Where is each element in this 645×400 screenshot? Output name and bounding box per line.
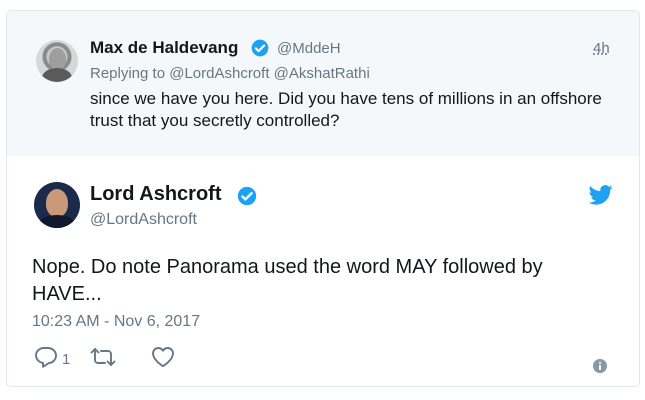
main-author-handle[interactable]: @LordAshcroft: [90, 211, 197, 229]
replying-to-mention[interactable]: @LordAshcroft: [169, 65, 269, 82]
reply-icon: [34, 346, 58, 373]
replying-to-mention[interactable]: @AkshatRathi: [274, 65, 370, 82]
parent-tweet-time[interactable]: 4h: [593, 40, 610, 57]
parent-avatar-body: [42, 68, 72, 82]
verified-badge-icon: [250, 38, 270, 63]
parent-avatar[interactable]: [36, 40, 78, 82]
parent-tweet-text: since we have you here. Did you have ten…: [90, 89, 602, 130]
reply-count: 1: [62, 351, 71, 368]
parent-avatar-face: [49, 48, 66, 70]
replying-to-line: Replying to @LordAshcroft @AkshatRathi: [90, 65, 370, 82]
info-icon[interactable]: [593, 359, 607, 378]
main-author-name[interactable]: Lord Ashcroft: [90, 183, 221, 206]
retweet-icon: [90, 346, 116, 373]
main-avatar-body: [38, 215, 76, 228]
parent-tweet[interactable]: Max de Haldevang @MddeH 4h Replying to @…: [7, 11, 639, 156]
replying-to-label: Replying to: [90, 65, 166, 82]
heart-icon: [151, 346, 175, 373]
reply-button[interactable]: 1: [34, 346, 70, 373]
parent-author-handle[interactable]: @MddeH: [277, 40, 341, 57]
main-tweet-text: Nope. Do note Panorama used the word MAY…: [32, 256, 543, 305]
main-tweet-timestamp[interactable]: 10:23 AM - Nov 6, 2017: [32, 313, 200, 331]
retweet-button[interactable]: [90, 346, 116, 373]
verified-badge-icon: [236, 185, 258, 212]
parent-author-name[interactable]: Max de Haldevang: [90, 38, 238, 58]
like-button[interactable]: [151, 346, 175, 373]
tweet-embed-card: Max de Haldevang @MddeH 4h Replying to @…: [6, 10, 640, 387]
twitter-bird-icon[interactable]: [588, 185, 613, 210]
main-avatar-face: [46, 189, 68, 217]
main-avatar[interactable]: [34, 182, 80, 228]
